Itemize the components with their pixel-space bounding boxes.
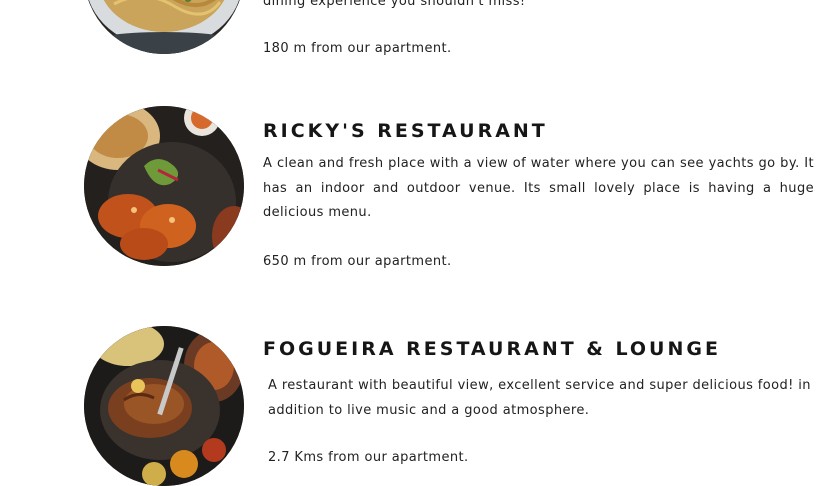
restaurant-description: A restaurant with beautiful view, excell…	[268, 378, 811, 418]
restaurant-description: A clean and fresh place with a view of w…	[263, 156, 814, 220]
restaurant-distance: 2.7 Kms from our apartment.	[268, 450, 469, 465]
restaurant-description: dining experience you shouldn't miss!	[263, 0, 526, 9]
restaurant-photo-pasta	[84, 0, 244, 54]
restaurant-distance: 180 m from our apartment.	[263, 41, 452, 56]
restaurant-photo-grilled-chicken	[84, 326, 244, 486]
restaurant-title: RICKY'S RESTAURANT	[263, 120, 548, 142]
restaurant-title: FOGUEIRA RESTAURANT & LOUNGE	[263, 338, 721, 360]
restaurant-distance: 650 m from our apartment.	[263, 254, 452, 269]
restaurant-photo-fried-chicken	[84, 106, 244, 266]
